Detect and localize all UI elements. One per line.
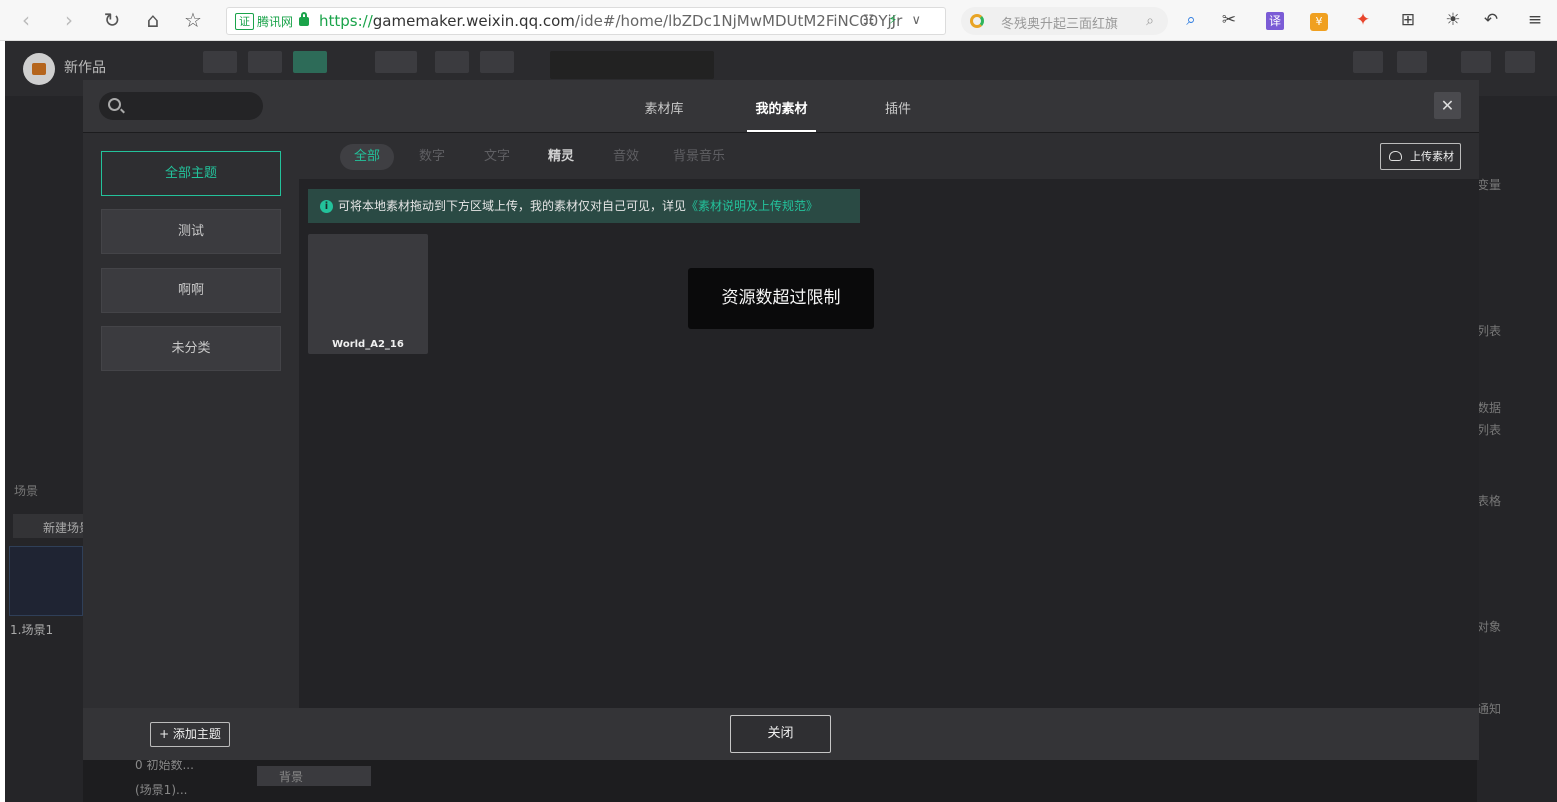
add-theme-button[interactable]: + 添加主题 <box>150 722 230 747</box>
project-title[interactable]: 新作品 <box>64 57 106 77</box>
right-label-table: 表格 <box>1477 494 1502 508</box>
theme-category-panel: 全部主题 测试 啊啊 未分类 <box>83 134 299 708</box>
browser-toolbar: ‹ › ↻ ⌂ ☆ 证 腾讯网 https://gamemaker.weixin… <box>0 0 1557 41</box>
reload-icon[interactable]: ↻ <box>100 8 124 32</box>
close-button[interactable]: 关闭 <box>730 715 831 753</box>
browser-search-box[interactable]: 冬残奥升起三面红旗 ⌕ <box>961 7 1168 35</box>
home-icon[interactable]: ⌂ <box>141 8 165 32</box>
editor-search[interactable] <box>550 51 714 79</box>
search-icon[interactable]: ⌕ <box>1146 13 1154 29</box>
list-tool[interactable] <box>480 51 514 73</box>
scissors-icon[interactable]: ✂ <box>1216 9 1242 31</box>
bookmark-star-icon[interactable]: ☆ <box>181 8 205 32</box>
upload-notice: i 可将本地素材拖动到下方区域上传，我的素材仅对自己可见，详见《素材说明及上传规… <box>308 189 860 223</box>
category-all-themes[interactable]: 全部主题 <box>101 151 281 196</box>
app-logo <box>23 53 55 85</box>
right-label-list-2: 列表 <box>1477 423 1502 437</box>
bottom-label-scene: (场景1)... <box>135 783 188 797</box>
right-label-variable: 变量 <box>1477 178 1502 192</box>
close-icon[interactable]: ✕ <box>1434 92 1461 119</box>
certificate-badge: 证 <box>235 13 254 30</box>
right-label-data: 数据 <box>1477 401 1502 415</box>
scene-item-label[interactable]: 1.场景1 <box>10 621 53 638</box>
upload-cloud-icon <box>1389 151 1402 161</box>
menu-icon[interactable]: ≡ <box>1522 9 1548 31</box>
category-test[interactable]: 测试 <box>101 209 281 254</box>
translate-icon[interactable]: 译 <box>1262 9 1288 31</box>
category-aa[interactable]: 啊啊 <box>101 268 281 313</box>
settings-tool[interactable] <box>203 51 237 73</box>
subtab-sound[interactable]: 音效 <box>599 144 653 170</box>
asset-content-area: 全部 数字 文字 精灵 音效 背景音乐 上传素材 i 可将本地素材拖动到下方区域… <box>299 134 1479 708</box>
property-panel: 变量 列表 数据 列表 表格 对象 通知 <box>1477 96 1557 802</box>
tab-asset-library[interactable]: 素材库 <box>642 98 686 117</box>
subtab-number[interactable]: 数字 <box>405 144 459 170</box>
gamepad-icon[interactable]: ✦ <box>1350 9 1376 31</box>
right-label-object: 对象 <box>1477 620 1502 634</box>
modal-search-input[interactable] <box>99 92 263 120</box>
category-uncategorized[interactable]: 未分类 <box>101 326 281 371</box>
asset-type-tabs: 全部 数字 文字 精灵 音效 背景音乐 上传素材 <box>299 134 1479 179</box>
share-tool[interactable] <box>248 51 282 73</box>
active-tab-indicator <box>747 130 816 132</box>
upload-asset-button[interactable]: 上传素材 <box>1380 143 1461 170</box>
lock-icon <box>299 12 309 26</box>
subtab-sprite[interactable]: 精灵 <box>534 144 588 170</box>
debug-tool[interactable] <box>1397 51 1427 73</box>
modal-footer: + 添加主题 关闭 <box>83 708 1479 760</box>
apps-grid-icon[interactable]: ⊞ <box>1395 9 1421 31</box>
new-scene-button[interactable]: 新建场景 <box>13 514 91 538</box>
asset-card[interactable]: World_A2_16 <box>308 234 428 354</box>
tab-my-assets[interactable]: 我的素材 <box>747 98 816 117</box>
search-engine-icon <box>970 14 984 28</box>
assets-tool[interactable] <box>293 51 327 73</box>
right-label-notify: 通知 <box>1477 702 1502 716</box>
right-label-list: 列表 <box>1477 324 1502 338</box>
magnifier-icon[interactable]: ⌕ <box>1178 9 1204 31</box>
modal-header: 素材库 我的素材 插件 ✕ <box>83 80 1479 133</box>
info-icon: i <box>320 200 333 213</box>
scene-thumbnail[interactable] <box>9 546 83 616</box>
subtab-bgm[interactable]: 背景音乐 <box>659 144 739 170</box>
subtab-text[interactable]: 文字 <box>470 144 524 170</box>
device-tool[interactable] <box>435 51 469 73</box>
scene-panel: 场景 新建场景 1.场景1 <box>5 96 91 802</box>
limit-toast: 资源数超过限制 <box>688 268 874 329</box>
certificate-name: 腾讯网 <box>257 15 294 29</box>
help-tool[interactable] <box>1353 51 1383 73</box>
notice-text: 可将本地素材拖动到下方区域上传，我的素材仅对自己可见，详见 <box>338 199 687 213</box>
search-icon <box>108 98 121 111</box>
coin-shield-icon[interactable]: ¥ <box>1306 9 1332 31</box>
url-text[interactable]: https://gamemaker.weixin.qq.com/ide#/hom… <box>319 12 902 30</box>
back-icon[interactable]: ‹ <box>14 8 38 32</box>
brightness-icon[interactable]: ☀ <box>1440 9 1466 31</box>
notice-link[interactable]: 《素材说明及上传规范》 <box>686 199 818 213</box>
tab-plugins[interactable]: 插件 <box>883 98 913 117</box>
search-placeholder: 冬残奥升起三面红旗 <box>1001 17 1119 32</box>
subtab-all[interactable]: 全部 <box>340 144 395 170</box>
exit-tool[interactable] <box>1505 51 1535 73</box>
undo-icon[interactable]: ↶ <box>1478 9 1504 31</box>
save-tool[interactable] <box>1461 51 1491 73</box>
play-button[interactable] <box>375 51 417 73</box>
asset-modal: 素材库 我的素材 插件 ✕ 全部主题 测试 啊啊 未分类 全部 数字 文字 精灵… <box>83 80 1479 760</box>
scene-panel-label: 场景 <box>14 484 39 498</box>
address-bar[interactable]: 证 腾讯网 https://gamemaker.weixin.qq.com/id… <box>226 7 946 35</box>
address-action-icons[interactable]: ☷⚡∨ <box>863 13 935 28</box>
forward-icon[interactable]: › <box>57 8 81 32</box>
asset-name: World_A2_16 <box>332 339 404 350</box>
bottom-label-background[interactable]: 背景 <box>257 766 371 786</box>
